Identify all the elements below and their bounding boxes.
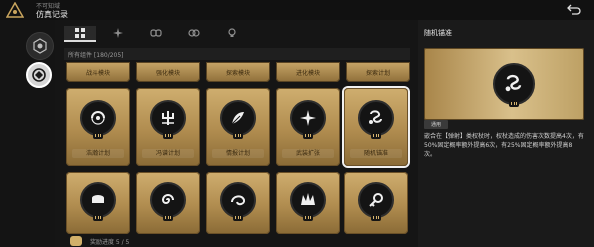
card-medal bbox=[80, 100, 116, 136]
card-label: 情报计划 bbox=[212, 149, 264, 158]
tier-badge bbox=[233, 214, 243, 221]
tab-bulb[interactable] bbox=[216, 26, 248, 40]
tier-badge bbox=[371, 214, 381, 221]
component-card-suiji-selected[interactable]: 随机锚准 bbox=[344, 88, 408, 166]
component-count-label: 所有组件 [180/205] bbox=[68, 52, 124, 59]
tab-sparkle[interactable] bbox=[102, 26, 134, 40]
component-card-row2-3[interactable] bbox=[206, 172, 270, 234]
sushi-icon bbox=[92, 195, 104, 203]
tier-badge bbox=[371, 132, 381, 139]
card-medal bbox=[150, 100, 186, 136]
link-icon bbox=[150, 29, 162, 37]
sidebar-item-2-selected[interactable] bbox=[26, 62, 52, 88]
detail-panel: 随机锚准 通用 嵌合在【弹射】类权杖时，权杖造成的伤害次数提高4次，有50%固定… bbox=[418, 20, 594, 247]
tier-badge bbox=[93, 132, 103, 139]
back-return-icon[interactable] bbox=[566, 3, 582, 17]
tier-badge bbox=[163, 214, 173, 221]
detail-title: 随机锚准 bbox=[424, 29, 452, 37]
card-medal bbox=[150, 182, 186, 218]
component-card-row2-4[interactable] bbox=[276, 172, 340, 234]
detail-banner bbox=[424, 48, 584, 120]
circle-emblem-icon bbox=[32, 68, 46, 82]
tab-loop[interactable] bbox=[178, 26, 210, 40]
card-medal bbox=[220, 100, 256, 136]
component-card-row2-5[interactable] bbox=[344, 172, 408, 234]
card-label: 随机锚准 bbox=[350, 149, 402, 158]
galaxy-icon bbox=[91, 111, 105, 125]
component-card-row2-1[interactable] bbox=[66, 172, 130, 234]
tab-link[interactable] bbox=[140, 26, 172, 40]
partial-card-1[interactable]: 战斗模块 bbox=[66, 62, 130, 82]
tier-badge bbox=[93, 214, 103, 221]
card-medal bbox=[80, 182, 116, 218]
detail-description: 嵌合在【弹射】类权杖时，权杖造成的伤害次数提高4次，有50%固定概率额外提高6次… bbox=[424, 133, 584, 158]
component-card-haohan[interactable]: 浩瀚计划 bbox=[66, 88, 130, 166]
sparkle-icon bbox=[113, 28, 123, 38]
card-medal bbox=[290, 182, 326, 218]
partial-card-label: 战斗模块 bbox=[85, 70, 110, 77]
component-count-header: 所有组件 [180/205] bbox=[64, 48, 410, 60]
card-medal bbox=[290, 100, 326, 136]
top-bar: 不可知域 仿真记录 bbox=[0, 0, 594, 20]
reward-progress-text: 奖励进度 5 / 5 bbox=[90, 239, 130, 246]
dragon-swirl-icon bbox=[505, 74, 522, 92]
page-title: 仿真记录 bbox=[36, 10, 68, 19]
bulb-icon bbox=[228, 28, 236, 37]
general-tag: 通用 bbox=[424, 120, 448, 129]
tier-badge bbox=[233, 132, 243, 139]
partial-card-5[interactable]: 探索计划 bbox=[346, 62, 410, 82]
reward-chest-icon[interactable] bbox=[70, 236, 82, 246]
tier-badge bbox=[509, 100, 519, 107]
leaf-blade-icon bbox=[231, 112, 244, 125]
sidebar-item-1[interactable] bbox=[26, 32, 54, 60]
tier-badge bbox=[163, 132, 173, 139]
tier-badge bbox=[303, 132, 313, 139]
partial-card-label: 探索计划 bbox=[365, 70, 390, 77]
key-ring-icon bbox=[369, 193, 383, 207]
partial-card-label: 强化模块 bbox=[155, 70, 180, 77]
triangle-emblem-icon bbox=[6, 2, 24, 18]
card-label: 武装扩张 bbox=[282, 149, 334, 158]
spiral-icon bbox=[161, 194, 174, 204]
trident-icon bbox=[162, 111, 174, 125]
loop-icon bbox=[188, 29, 200, 37]
tab-grid[interactable] bbox=[64, 26, 96, 42]
general-tag-label: 通用 bbox=[430, 122, 441, 128]
tier-badge bbox=[303, 214, 313, 221]
card-label: 浩瀚计划 bbox=[72, 149, 124, 158]
detail-medal bbox=[493, 63, 535, 105]
partial-card-3[interactable]: 探索模块 bbox=[206, 62, 270, 82]
card-label: 冯谱计划 bbox=[142, 149, 194, 158]
card-medal bbox=[358, 182, 394, 218]
reward-progress: 奖励进度 5 / 5 bbox=[64, 236, 264, 247]
vortex-icon bbox=[231, 195, 246, 206]
partial-card-label: 探索模块 bbox=[225, 70, 250, 77]
hexagon-badge-icon bbox=[33, 38, 47, 54]
component-tabs bbox=[64, 26, 284, 42]
component-card-row2-2[interactable] bbox=[136, 172, 200, 234]
grid-icon bbox=[75, 28, 85, 38]
partial-card-4[interactable]: 进化模块 bbox=[276, 62, 340, 82]
spark-burst-icon bbox=[300, 110, 316, 126]
card-medal bbox=[358, 100, 394, 136]
dragon-swirl-icon bbox=[369, 110, 382, 124]
left-sidebar bbox=[0, 20, 55, 247]
crown-spikes-icon bbox=[301, 193, 315, 205]
partial-card-label: 进化模块 bbox=[295, 70, 320, 77]
component-card-qingbao[interactable]: 情报计划 bbox=[206, 88, 270, 166]
component-card-wuzhuang[interactable]: 武装扩张 bbox=[276, 88, 340, 166]
card-medal bbox=[220, 182, 256, 218]
partial-card-2[interactable]: 强化模块 bbox=[136, 62, 200, 82]
component-card-fengpu[interactable]: 冯谱计划 bbox=[136, 88, 200, 166]
